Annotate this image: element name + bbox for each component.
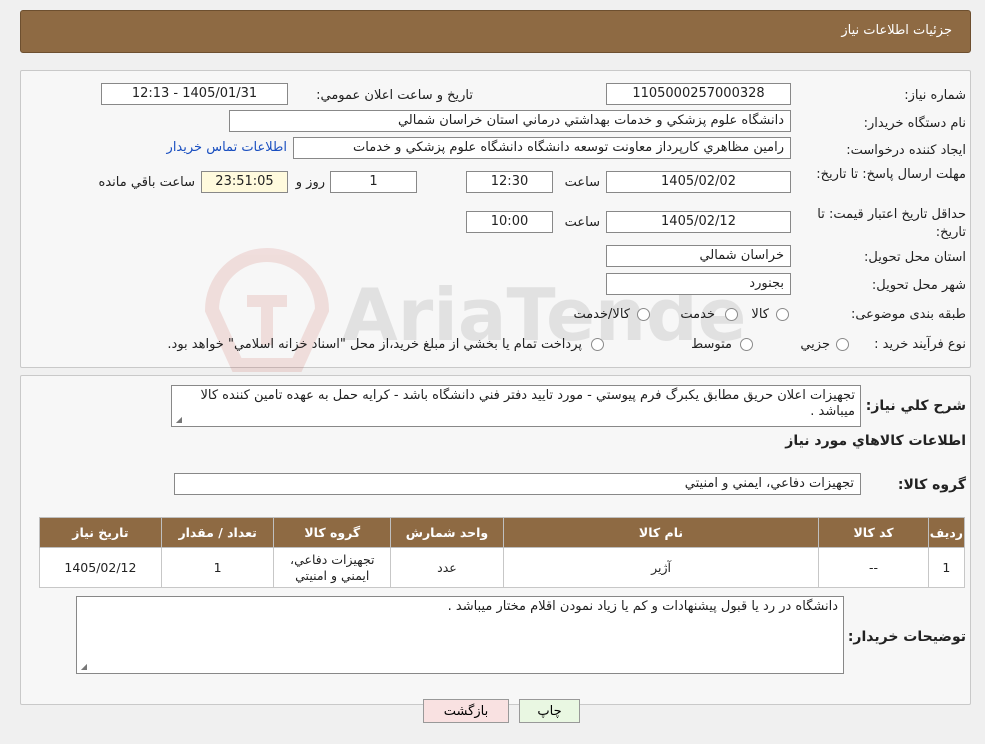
- validity-date-field: 1405/02/12: [606, 211, 791, 233]
- description-text: تجهيزات اعلان حريق مطابق يكبرگ فرم پيوست…: [200, 388, 855, 419]
- category-option-goods: كالا: [751, 307, 769, 322]
- process-label: نوع فرآيند خريد :: [874, 337, 966, 352]
- deadline-label: مهلت ارسال پاسخ: تا تاريخ:: [816, 167, 966, 182]
- col-row-number: رديف: [927, 517, 966, 548]
- goods-group-label: گروه كالا:: [897, 477, 966, 493]
- goods-info-title: اطلاعات كالاهاي مورد نياز: [785, 433, 966, 449]
- description-label: شرح كلي نياز:: [865, 398, 966, 414]
- process-option-minor: جزيي: [800, 337, 830, 352]
- description-textarea[interactable]: تجهيزات اعلان حريق مطابق يكبرگ فرم پيوست…: [171, 385, 861, 427]
- validity-time-field: 10:00: [466, 211, 553, 233]
- buyer-contact-link[interactable]: اطلاعات تماس خريدار: [167, 140, 287, 155]
- announce-label: تاريخ و ساعت اعلان عمومي:: [316, 88, 473, 103]
- buyer-notes-label: توضيحات خريدار:: [847, 629, 966, 645]
- process-radio-minor[interactable]: [836, 338, 849, 351]
- cell-quantity: 1: [160, 547, 275, 588]
- resize-grip-icon[interactable]: ◢: [79, 663, 87, 671]
- city-field: بجنورد: [606, 273, 791, 295]
- items-table: رديف كد كالا نام كالا واحد شمارش گروه كا…: [39, 517, 966, 588]
- remaining-time-field: 23:51:05: [201, 171, 288, 193]
- deadline-time-field: 12:30: [466, 171, 553, 193]
- col-unit: واحد شمارش: [390, 517, 504, 548]
- page-title: جزئيات اطلاعات نياز: [841, 23, 952, 38]
- print-button[interactable]: چاپ: [519, 699, 580, 723]
- category-radio-goods[interactable]: [776, 308, 789, 321]
- col-item-code: كد كالا: [818, 517, 929, 548]
- cell-unit: عدد: [390, 547, 504, 588]
- days-label: روز و: [295, 175, 325, 190]
- cell-item-name: آژير: [502, 547, 820, 588]
- deadline-time-label: ساعت: [564, 175, 600, 190]
- cell-goods-group: تجهيزات دفاعي، ايمني و امنيتي: [273, 547, 392, 588]
- cell-row-number: 1: [927, 547, 966, 588]
- city-label: شهر محل تحويل:: [871, 278, 966, 293]
- process-radio-treasury[interactable]: [591, 338, 604, 351]
- category-label: طبقه بندی موضوعی:: [850, 307, 966, 322]
- creator-field: رامين مظاهري كارپرداز معاونت توسعه دانشگ…: [293, 137, 791, 159]
- buyer-notes-textarea[interactable]: دانشگاه در رد يا قبول پيشنهادات و كم يا …: [76, 596, 844, 674]
- validity-time-label: ساعت: [564, 215, 600, 230]
- col-goods-group: گروه كالا: [273, 517, 392, 548]
- need-number-label: شماره نياز:: [904, 88, 966, 103]
- province-label: استان محل تحويل:: [864, 250, 966, 265]
- table-header-row: رديف كد كالا نام كالا واحد شمارش گروه كا…: [39, 517, 966, 548]
- buyer-notes-text: دانشگاه در رد يا قبول پيشنهادات و كم يا …: [447, 599, 838, 614]
- category-option-service: خدمت: [680, 307, 715, 322]
- province-field: خراسان شمالي: [606, 245, 791, 267]
- validity-label: حداقل تاريخ اعتبار قيمت: تا تاريخ:: [817, 207, 966, 240]
- col-item-name: نام كالا: [502, 517, 820, 548]
- goods-group-field: تجهيزات دفاعي، ايمني و امنيتي: [174, 473, 861, 495]
- category-radio-service[interactable]: [725, 308, 738, 321]
- col-need-date: تاريخ نياز: [39, 517, 162, 548]
- col-quantity: تعداد / مقدار: [160, 517, 275, 548]
- days-field: 1: [330, 171, 417, 193]
- announce-field: 1405/01/31 - 12:13: [101, 83, 288, 105]
- buyer-org-label: نام دستگاه خريدار:: [863, 116, 966, 131]
- need-number-field: 1105000257000328: [606, 83, 791, 105]
- deadline-date-field: 1405/02/02: [606, 171, 791, 193]
- page-header: جزئيات اطلاعات نياز: [20, 10, 971, 53]
- cell-item-code: --: [818, 547, 929, 588]
- creator-label: ايجاد كننده درخواست:: [846, 143, 966, 158]
- process-option-medium: متوسط: [691, 337, 732, 352]
- buyer-org-field: دانشگاه علوم پزشكي و خدمات بهداشتي درمان…: [229, 110, 791, 132]
- category-radio-goods-service[interactable]: [637, 308, 650, 321]
- process-radio-medium[interactable]: [740, 338, 753, 351]
- back-button[interactable]: بازگشت: [423, 699, 509, 723]
- category-option-goods-service: كالا/خدمت: [573, 307, 630, 322]
- remaining-label: ساعت باقي مانده: [98, 175, 195, 190]
- process-note: پرداخت تمام يا بخشي از مبلغ خريد،از محل …: [167, 337, 582, 352]
- resize-grip-icon[interactable]: ◢: [174, 416, 182, 424]
- table-row: 1 -- آژير عدد تجهيزات دفاعي، ايمني و امن…: [39, 547, 966, 588]
- cell-need-date: 1405/02/12: [39, 547, 162, 588]
